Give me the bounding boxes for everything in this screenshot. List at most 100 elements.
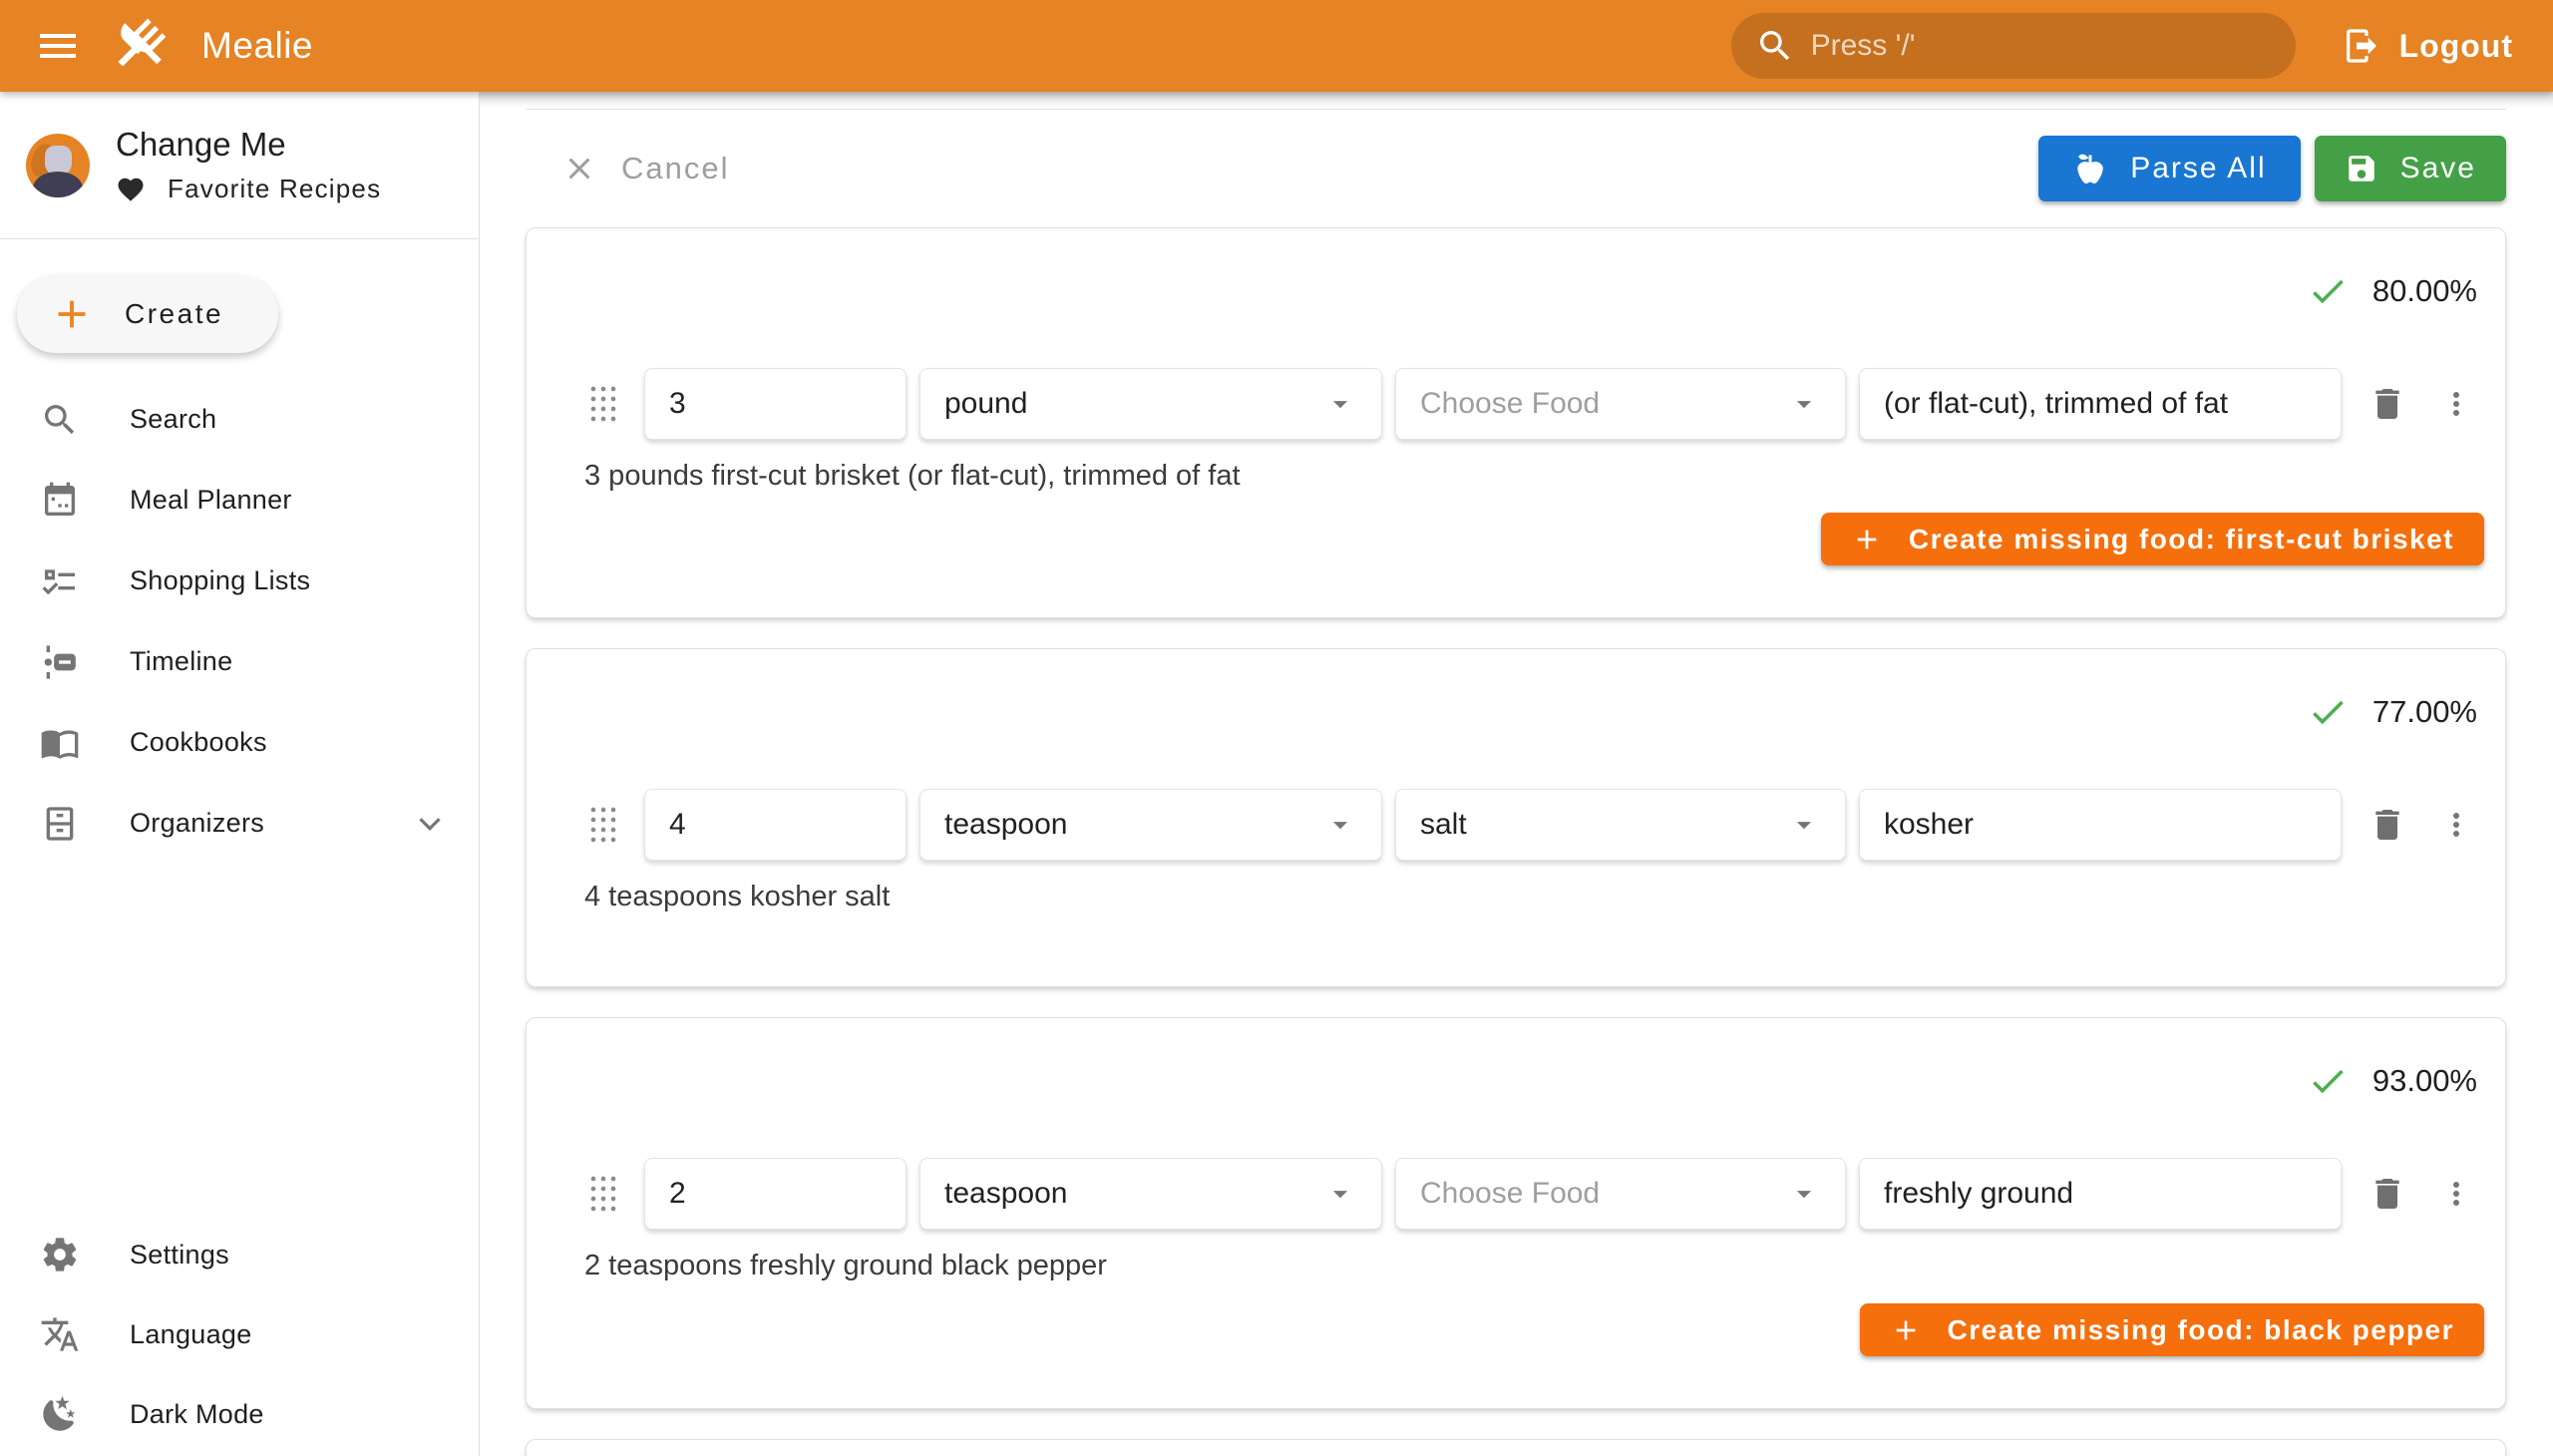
hamburger-menu-button[interactable] bbox=[34, 22, 82, 70]
global-search[interactable] bbox=[1731, 13, 2296, 79]
sidebar-item-shopping-lists[interactable]: Shopping Lists bbox=[0, 541, 479, 621]
delete-ingredient-button[interactable] bbox=[2366, 1172, 2409, 1216]
original-ingredient-text: 4 teaspoons kosher salt bbox=[584, 881, 890, 913]
dropdown-arrow-icon[interactable] bbox=[1787, 1177, 1821, 1211]
confidence-indicator: 80.00% bbox=[2307, 270, 2477, 312]
sidebar-item-language[interactable]: Language bbox=[0, 1294, 479, 1374]
user-name: Change Me bbox=[116, 126, 381, 164]
dropdown-arrow-icon[interactable] bbox=[1323, 1177, 1357, 1211]
confidence-value: 93.00% bbox=[2372, 1063, 2477, 1099]
drag-dots-icon bbox=[588, 1173, 618, 1215]
ingredient-card: 80.00% bbox=[526, 227, 2506, 618]
unit-field[interactable] bbox=[919, 1158, 1382, 1230]
hamburger-icon bbox=[34, 22, 82, 70]
sidebar-nav: Search Meal Planner Shopping Lists Timel… bbox=[0, 379, 479, 864]
gear-icon bbox=[40, 1235, 80, 1274]
check-icon bbox=[2307, 270, 2349, 312]
dropdown-arrow-icon[interactable] bbox=[1787, 808, 1821, 842]
sidebar-item-dark-mode[interactable]: Dark Mode bbox=[0, 1374, 479, 1454]
mealie-app: Mealie Logout Change Me bbox=[0, 0, 2553, 1456]
unit-input[interactable] bbox=[944, 1177, 1323, 1211]
note-field[interactable] bbox=[1859, 789, 2342, 861]
food-input[interactable] bbox=[1420, 1177, 1787, 1211]
parse-all-button[interactable]: Parse All bbox=[2038, 136, 2300, 201]
quantity-input[interactable] bbox=[669, 387, 882, 421]
parse-all-label: Parse All bbox=[2130, 152, 2266, 185]
dropdown-arrow-icon[interactable] bbox=[1787, 387, 1821, 421]
sidebar-item-label: Cookbooks bbox=[130, 727, 449, 758]
favorite-recipes-link[interactable]: Favorite Recipes bbox=[116, 174, 381, 204]
magnify-icon bbox=[40, 400, 80, 440]
cancel-button[interactable]: Cancel bbox=[561, 151, 730, 186]
sidebar-footer: Settings Language Dark Mode bbox=[0, 1215, 479, 1454]
check-icon bbox=[2307, 691, 2349, 733]
quantity-field[interactable] bbox=[644, 368, 907, 440]
logout-button[interactable]: Logout bbox=[2336, 16, 2519, 76]
create-missing-food-button[interactable]: Create missing food: first-cut brisket bbox=[1821, 513, 2484, 565]
create-section: Create bbox=[0, 239, 479, 379]
quantity-input[interactable] bbox=[669, 1177, 882, 1211]
dropdown-arrow-icon[interactable] bbox=[1323, 387, 1357, 421]
sidebar-item-meal-planner[interactable]: Meal Planner bbox=[0, 460, 479, 541]
silverware-icon bbox=[108, 15, 170, 77]
ingredient-fields-row bbox=[588, 1158, 2475, 1230]
book-open-icon bbox=[40, 723, 80, 763]
ingredient-menu-button[interactable] bbox=[2437, 803, 2475, 847]
create-missing-food-label: Create missing food: black pepper bbox=[1948, 1314, 2455, 1346]
create-button[interactable]: Create bbox=[17, 275, 278, 353]
original-ingredient-text: 2 teaspoons freshly ground black pepper bbox=[584, 1250, 1107, 1282]
quantity-field[interactable] bbox=[644, 789, 907, 861]
unit-input[interactable] bbox=[944, 808, 1323, 842]
confidence-value: 80.00% bbox=[2372, 273, 2477, 309]
confidence-indicator: 77.00% bbox=[2307, 691, 2477, 733]
food-field[interactable] bbox=[1395, 789, 1846, 861]
logout-label: Logout bbox=[2399, 28, 2513, 65]
note-field[interactable] bbox=[1859, 368, 2342, 440]
kebab-menu-icon bbox=[2438, 807, 2474, 843]
sidebar-item-organizers[interactable]: Organizers bbox=[0, 783, 479, 864]
sidebar-item-label: Timeline bbox=[130, 646, 449, 677]
sidebar-item-search[interactable]: Search bbox=[0, 379, 479, 460]
app-bar: Mealie Logout bbox=[0, 0, 2553, 92]
create-missing-food-button[interactable]: Create missing food: black pepper bbox=[1860, 1303, 2485, 1356]
ingredient-card: 77.00% bbox=[526, 648, 2506, 987]
food-input[interactable] bbox=[1420, 808, 1787, 842]
plus-icon bbox=[1890, 1314, 1922, 1346]
quantity-field[interactable] bbox=[644, 1158, 907, 1230]
food-field[interactable] bbox=[1395, 1158, 1846, 1230]
delete-ingredient-button[interactable] bbox=[2366, 803, 2409, 847]
unit-input[interactable] bbox=[944, 387, 1323, 421]
sidebar-item-cookbooks[interactable]: Cookbooks bbox=[0, 702, 479, 783]
ingredient-menu-button[interactable] bbox=[2437, 382, 2475, 426]
plus-icon bbox=[1851, 524, 1883, 555]
original-ingredient-text: 3 pounds first-cut brisket (or flat-cut)… bbox=[584, 460, 1241, 493]
unit-field[interactable] bbox=[919, 789, 1382, 861]
food-input[interactable] bbox=[1420, 387, 1787, 421]
confidence-value: 77.00% bbox=[2372, 694, 2477, 730]
heart-icon bbox=[116, 175, 146, 204]
note-input[interactable] bbox=[1884, 808, 2317, 842]
sidebar-item-settings[interactable]: Settings bbox=[0, 1215, 479, 1294]
ingredient-menu-button[interactable] bbox=[2437, 1172, 2475, 1216]
note-input[interactable] bbox=[1884, 1177, 2317, 1211]
sidebar-item-timeline[interactable]: Timeline bbox=[0, 621, 479, 702]
user-block[interactable]: Change Me Favorite Recipes bbox=[0, 92, 479, 239]
delete-ingredient-button[interactable] bbox=[2366, 382, 2409, 426]
note-field[interactable] bbox=[1859, 1158, 2342, 1230]
create-missing-food-label: Create missing food: first-cut brisket bbox=[1909, 524, 2454, 555]
search-input[interactable] bbox=[1811, 29, 2272, 63]
drag-handle[interactable] bbox=[588, 381, 622, 427]
user-text: Change Me Favorite Recipes bbox=[116, 126, 381, 204]
note-input[interactable] bbox=[1884, 387, 2317, 421]
plus-icon bbox=[49, 291, 95, 337]
drag-handle[interactable] bbox=[588, 1171, 622, 1217]
unit-field[interactable] bbox=[919, 368, 1382, 440]
dropdown-arrow-icon[interactable] bbox=[1323, 808, 1357, 842]
sidebar-item-label: Meal Planner bbox=[130, 485, 449, 516]
food-field[interactable] bbox=[1395, 368, 1846, 440]
drag-handle[interactable] bbox=[588, 802, 622, 848]
mealie-logo bbox=[108, 15, 170, 77]
quantity-input[interactable] bbox=[669, 808, 882, 842]
save-label: Save bbox=[2400, 152, 2476, 185]
save-button[interactable]: Save bbox=[2315, 136, 2506, 201]
